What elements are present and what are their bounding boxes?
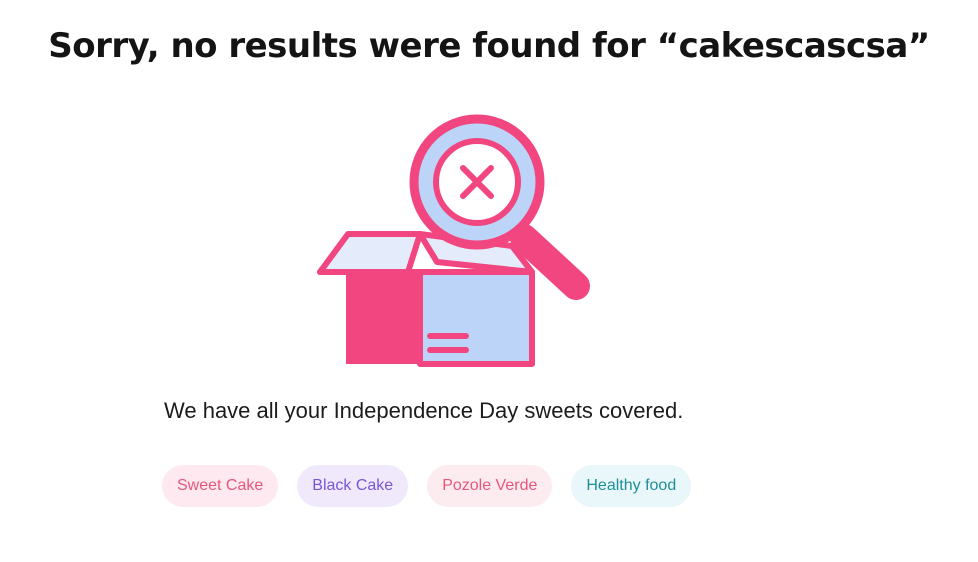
empty-state-message: We have all your Independence Day sweets… [164,398,684,423]
suggestion-chip-healthy-food[interactable]: Healthy food [571,465,692,507]
empty-box-magnifier-icon [300,112,610,374]
suggestion-chips: Sweet Cake Black Cake Pozole Verde Healt… [162,465,692,507]
page-title: Sorry, no results were found for “cakesc… [48,26,930,66]
suggestion-chip-black-cake[interactable]: Black Cake [297,465,409,507]
suggestion-chip-sweet-cake[interactable]: Sweet Cake [162,465,279,507]
suggestion-chip-pozole-verde[interactable]: Pozole Verde [427,465,553,507]
